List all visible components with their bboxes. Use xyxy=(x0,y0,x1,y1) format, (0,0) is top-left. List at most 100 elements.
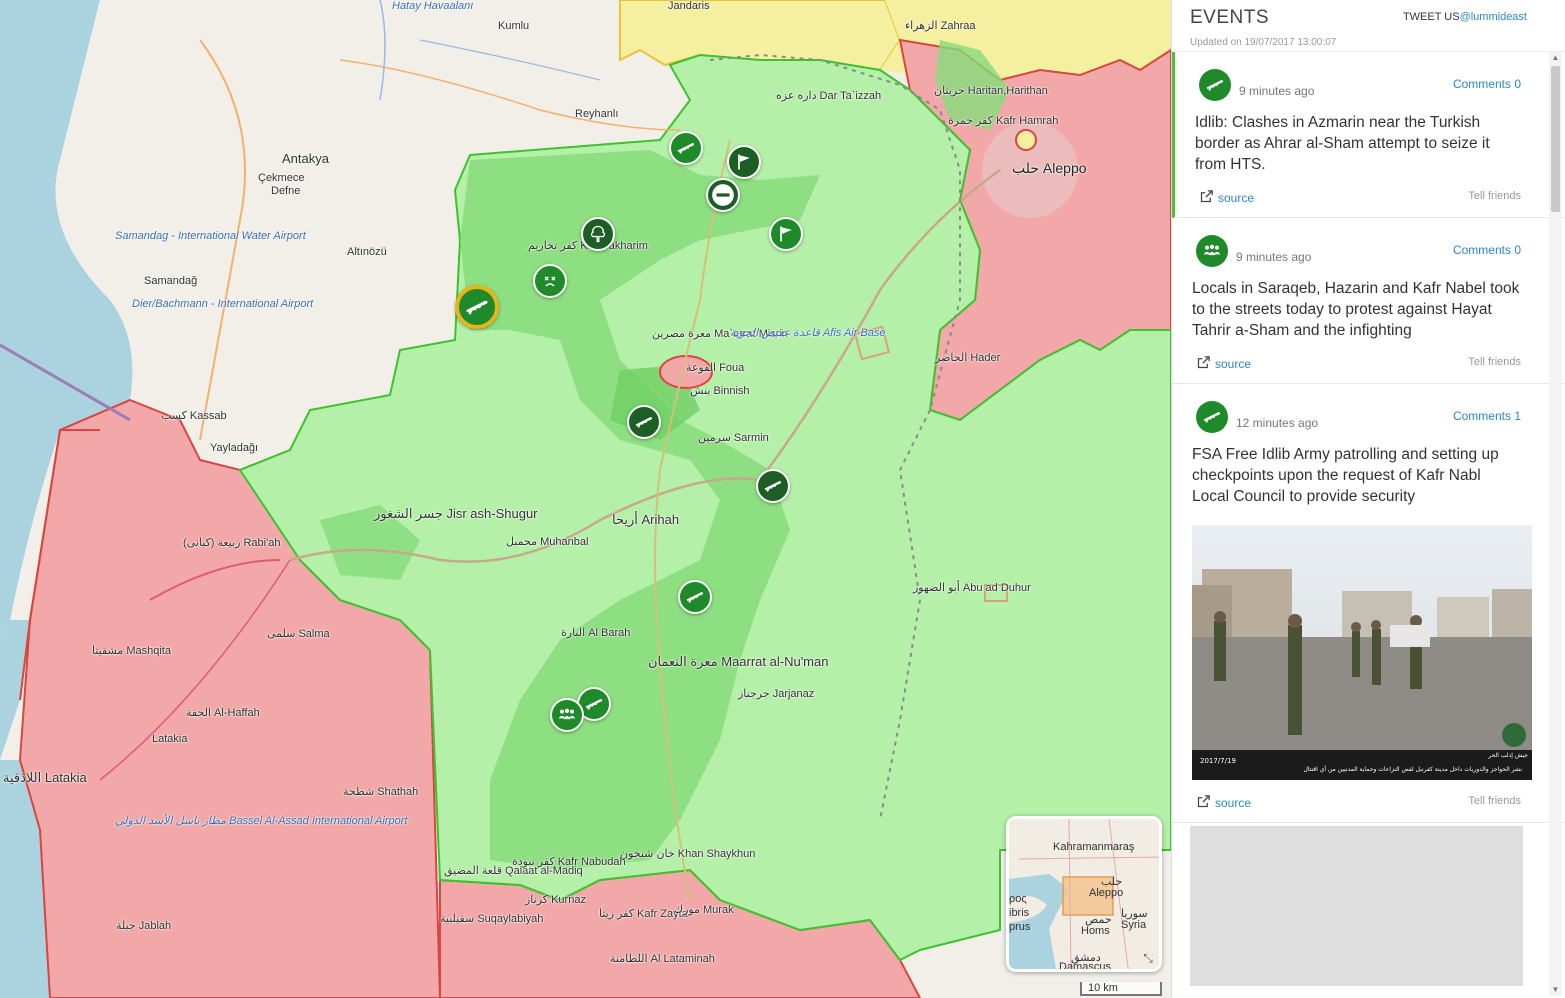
minus-icon xyxy=(710,182,736,208)
source-link[interactable]: source xyxy=(1199,189,1254,207)
marker-flag-1[interactable] xyxy=(727,145,761,179)
external-link-icon xyxy=(1196,355,1211,373)
marker-block-1[interactable] xyxy=(706,178,740,212)
minimap-expand-icon[interactable]: ⤡ xyxy=(1141,951,1155,965)
place-label-kafrnabudah: كفر نبودة Kafr Nabudah xyxy=(512,856,626,868)
place-label-rabiah: ربيعة (كبانى) Rabi'ah xyxy=(183,537,281,549)
minimap-label: ibris xyxy=(1009,907,1030,919)
place-label-khan: خان شيخون Khan Shaykhun xyxy=(620,848,756,860)
twitter-handle-link[interactable]: @lummideast xyxy=(1460,11,1527,23)
minimap-label: Homs xyxy=(1081,925,1110,937)
minimap[interactable]: Kahramanmaraş حلب Aleppo ρος ibris حمص سوريا Sy… xyxy=(1006,816,1162,972)
marker-clash-4[interactable] xyxy=(678,580,712,614)
place-label-jablah: جبلة Jablah xyxy=(116,920,172,932)
marker-clash-2[interactable] xyxy=(627,405,661,439)
event-card[interactable]: 12 minutes ago Comments 1 FSA Free Idlib… xyxy=(1172,384,1565,823)
scroll-thumb[interactable] xyxy=(1551,66,1560,212)
gun-icon xyxy=(685,587,705,607)
updated-timestamp: Updated on 19/07/2017 13:00:07 xyxy=(1190,37,1337,48)
photo-date: 2017/7/19 xyxy=(1200,757,1236,765)
event-footer: source Tell friends xyxy=(1195,175,1521,217)
event-description: Idlib: Clashes in Azmarin near the Turki… xyxy=(1195,114,1490,173)
event-footer: source Tell friends xyxy=(1192,341,1521,383)
photo-logo: جيش إدلب الحر xyxy=(1487,752,1528,759)
event-header: 9 minutes ago Comments 0 xyxy=(1195,52,1521,102)
panel-title: EVENTS xyxy=(1190,7,1270,28)
tell-friends-link[interactable]: Tell friends xyxy=(1468,190,1521,202)
scroll-up-icon[interactable]: ▲ xyxy=(1549,52,1562,64)
people-icon xyxy=(1196,235,1228,267)
flag-icon xyxy=(734,152,754,172)
place-label-salma: سلمى Salma xyxy=(267,628,330,640)
gun-icon xyxy=(676,138,696,158)
event-photo[interactable]: نشر الحواجز والدوريات داخل مدينة كفرنبل … xyxy=(1192,525,1532,780)
place-label-bassel: مطار باسل الأسد الدولي Bassel Al-Assad I… xyxy=(115,815,408,827)
panel-scrollbar[interactable]: ▲ ▼ xyxy=(1549,52,1562,996)
events-panel: EVENTS Updated on 19/07/2017 13:00:07 TW… xyxy=(1171,0,1565,998)
marker-clash-selected[interactable] xyxy=(455,285,499,329)
source-label: source xyxy=(1215,357,1252,371)
place-label-albarah: البارة Al Barah xyxy=(561,627,631,639)
marker-clash-1[interactable] xyxy=(669,131,703,165)
tell-friends-link[interactable]: Tell friends xyxy=(1468,795,1521,807)
place-label-hader: الحاضر Hader xyxy=(935,352,1001,364)
event-card[interactable]: 9 minutes ago Comments 0 Idlib: Clashes … xyxy=(1172,52,1565,218)
marker-protest-1[interactable] xyxy=(550,698,584,732)
external-link-icon xyxy=(1196,794,1211,812)
source-link[interactable]: source xyxy=(1196,355,1251,373)
minimap-label: Kahramanmaraş xyxy=(1053,841,1135,853)
next-event-image-placeholder xyxy=(1190,826,1523,986)
event-footer: source Tell friends xyxy=(1192,780,1521,822)
map-area[interactable]: Hatay Havaalanı Kumlu Jandaris الزهراء Zahr… xyxy=(0,0,1171,998)
marker-flag-2[interactable] xyxy=(769,217,803,251)
external-link-icon xyxy=(1199,189,1214,207)
minimap-label: Damascus xyxy=(1059,961,1111,972)
place-label-yayladagi: Yayladağı xyxy=(210,442,259,454)
event-time: 9 minutes ago xyxy=(1236,250,1312,264)
gun-icon xyxy=(1199,69,1231,101)
comments-link[interactable]: Comments 1 xyxy=(1453,409,1521,423)
event-list: 9 minutes ago Comments 0 Idlib: Clashes … xyxy=(1172,52,1565,823)
event-description: FSA Free Idlib Army patrolling and setti… xyxy=(1192,446,1499,505)
place-label-kurnaz: كرناز Kurnaz xyxy=(525,894,586,906)
place-label-zahraa: الزهراء Zahraa xyxy=(905,20,976,32)
marker-clash-3[interactable] xyxy=(756,469,790,503)
source-label: source xyxy=(1218,191,1255,205)
place-label-binnish: بنش Binnish xyxy=(690,385,750,397)
place-label-hatay: Hatay Havaalanı xyxy=(392,0,474,12)
place-label-dierbachmann: Dier/Bachmann - International Airport xyxy=(132,298,314,310)
event-card[interactable]: 9 minutes ago Comments 0 Locals in Saraq… xyxy=(1172,218,1565,384)
tweet-prefix: TWEET US xyxy=(1402,11,1460,23)
place-label-sarmin: سرمين Sarmin xyxy=(698,432,769,444)
scroll-down-icon[interactable]: ▼ xyxy=(1549,984,1562,996)
comments-link[interactable]: Comments 0 xyxy=(1453,243,1521,257)
place-label-arihah: أريحا Arihah xyxy=(612,512,680,527)
scale-bar: 10 km xyxy=(1080,982,1162,996)
app: Hatay Havaalanı Kumlu Jandaris الزهراء Zahr… xyxy=(0,0,1565,998)
minimap-label: Syria xyxy=(1121,919,1147,931)
place-label-alhaffah: الحفة Al-Haffah xyxy=(186,707,260,719)
gun-icon xyxy=(634,412,654,432)
gun-icon xyxy=(1196,401,1228,433)
source-link[interactable]: source xyxy=(1196,794,1251,812)
comments-link[interactable]: Comments 0 xyxy=(1453,77,1521,91)
source-label: source xyxy=(1215,796,1252,810)
place-label-murak: مورك Murak xyxy=(674,904,734,916)
place-label-afis: قاعدة عفيص الجوية Afis Air Base xyxy=(730,327,886,339)
place-label-suqaylabiyah: سقيلبية Suqaylabiyah xyxy=(440,913,544,925)
place-label-abuduhur: أبو الضهور Abu ad Duhur xyxy=(913,582,1031,594)
marker-sad-1[interactable] xyxy=(533,264,567,298)
place-label-jisr: جسر الشغور Jisr ash-Shugur xyxy=(374,506,538,521)
event-header: 12 minutes ago Comments 1 xyxy=(1192,384,1521,434)
gun-icon xyxy=(763,476,783,496)
place-label-aleppo: حلب Aleppo xyxy=(1012,160,1087,176)
event-time: 9 minutes ago xyxy=(1239,84,1315,98)
place-label-reyhanli: Reyhanlı xyxy=(575,108,619,120)
place-label-shathah: شطحة Shathah xyxy=(343,786,419,798)
people-icon xyxy=(557,705,577,725)
place-label-jandaris: Jandaris xyxy=(668,0,710,12)
tell-friends-link[interactable]: Tell friends xyxy=(1468,356,1521,368)
marker-tree-1[interactable] xyxy=(581,217,615,251)
place-label-jarjanaz: جرجناز Jarjanaz xyxy=(738,688,815,700)
place-label-defne: Defne xyxy=(271,185,301,197)
